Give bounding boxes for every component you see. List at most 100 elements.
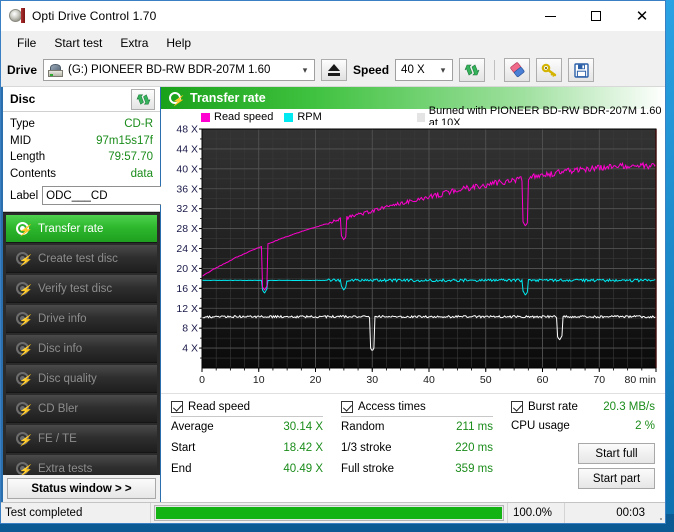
- stat-row-full-stroke: Full stroke 359 ms: [341, 459, 493, 480]
- disc-test-icon: ⚡: [15, 311, 32, 327]
- disc-test-icon: ⚡: [15, 341, 32, 357]
- drive-select-value: (G:) PIONEER BD-RW BDR-207M 1.60: [68, 64, 271, 76]
- start-part-button[interactable]: Start part: [578, 468, 655, 489]
- legend-swatch: [201, 112, 210, 122]
- save-icon: [573, 62, 589, 78]
- stat-row-third-stroke: 1/3 stroke 220 ms: [341, 438, 493, 459]
- sidebar-item-create-test-disc[interactable]: ⚡ Create test disc: [6, 245, 157, 273]
- disc-test-icon: ⚡: [15, 251, 32, 267]
- stat-key: Full stroke: [341, 463, 395, 475]
- chart-canvas[interactable]: 4 X 8 X 12 X 16 X 20 X 24 X 28 X 32 X 36 X 40 X 44…: [161, 125, 667, 393]
- close-button[interactable]: ✕: [619, 1, 665, 31]
- sidebar: Disc Type CD-R MID 97m15s17f Length 79:5…: [1, 87, 223, 502]
- menu-item-start-test[interactable]: Start test: [45, 33, 111, 53]
- svg-text:40 X: 40 X: [176, 163, 198, 175]
- stat-key: CPU usage: [511, 420, 570, 432]
- sidebar-item-extra-tests[interactable]: ⚡ Extra tests: [6, 455, 157, 475]
- sidebar-item-transfer-rate[interactable]: ⚡ Transfer rate: [6, 215, 157, 243]
- read-speed-checkbox[interactable]: [171, 401, 183, 413]
- save-button[interactable]: [568, 58, 595, 82]
- disc-test-icon: ⚡: [15, 371, 32, 387]
- stat-row-cpu-usage: CPU usage 2 %: [511, 416, 655, 437]
- minimize-button[interactable]: [527, 1, 573, 31]
- sidebar-item-cd-bler[interactable]: ⚡ CD Bler: [6, 395, 157, 423]
- speed-select-value: 40 X: [401, 64, 425, 76]
- disc-row-key: Length: [10, 151, 46, 163]
- svg-text:20 X: 20 X: [176, 263, 198, 275]
- window-controls: ✕: [527, 1, 665, 31]
- disc-panel-header: Disc: [3, 87, 160, 112]
- speed-select[interactable]: 40 X ▾: [395, 59, 454, 81]
- menu-bar: File Start test Extra Help: [1, 31, 665, 54]
- resize-grip-icon[interactable]: [651, 503, 665, 523]
- burst-rate-value: 20.3 MB/s: [603, 401, 655, 413]
- svg-text:36 X: 36 X: [176, 183, 198, 195]
- sidebar-item-label: Disc quality: [38, 372, 97, 385]
- transfer-rate-chart[interactable]: 4 X 8 X 12 X 16 X 20 X 24 X 28 X 32 X 36 X 40 X 44…: [161, 125, 665, 393]
- legend-swatch: [416, 112, 425, 122]
- chevron-down-icon: ▾: [440, 64, 446, 75]
- disc-row-value: 79:57.70: [108, 151, 153, 163]
- menu-item-help[interactable]: Help: [157, 33, 200, 53]
- stat-row-end: End 40.49 X: [171, 459, 323, 480]
- disc-row-length: Length 79:57.70: [10, 149, 153, 166]
- menu-item-extra[interactable]: Extra: [111, 33, 157, 53]
- svg-text:28 X: 28 X: [176, 223, 198, 235]
- speed-label: Speed: [353, 63, 390, 77]
- burst-rate-checkbox[interactable]: [511, 401, 523, 413]
- disc-row-value: CD-R: [124, 118, 153, 130]
- legend-swatch: [284, 112, 294, 122]
- disc-info-panel: Disc Type CD-R MID 97m15s17f Length 79:5…: [3, 87, 223, 212]
- menu-item-file[interactable]: File: [8, 33, 45, 53]
- eject-button[interactable]: [321, 59, 348, 81]
- svg-text:4 X: 4 X: [182, 343, 198, 355]
- progress-bar-wrap: [151, 503, 507, 523]
- key-button[interactable]: [536, 58, 563, 82]
- burst-rate-stats: Burst rate 20.3 MB/s CPU usage 2 % Start…: [511, 401, 655, 502]
- status-window-button[interactable]: Status window > >: [7, 478, 156, 499]
- disc-row-key: Type: [10, 118, 35, 130]
- svg-text:32 X: 32 X: [176, 203, 198, 215]
- access-times-label: Access times: [358, 401, 426, 413]
- disc-row-value: data: [130, 167, 153, 180]
- sidebar-item-label: Verify test disc: [38, 282, 113, 295]
- stat-value: 2 %: [635, 420, 655, 432]
- eraser-icon: [509, 61, 524, 77]
- eject-icon: [328, 64, 341, 76]
- progress-fill: [156, 507, 502, 519]
- svg-text:50: 50: [480, 374, 492, 386]
- access-times-checkbox[interactable]: [341, 401, 353, 413]
- refresh-icon: [136, 93, 150, 105]
- read-speed-header: Read speed: [171, 401, 323, 417]
- svg-text:20: 20: [310, 374, 322, 386]
- erase-button[interactable]: [504, 58, 531, 82]
- sidebar-item-verify-test-disc[interactable]: ⚡ Verify test disc: [6, 275, 157, 303]
- refresh-button[interactable]: [459, 58, 486, 82]
- disc-row-mid: MID 97m15s17f: [10, 133, 153, 150]
- disc-row-key: MID: [10, 134, 32, 147]
- stat-key: 1/3 stroke: [341, 442, 392, 454]
- stat-value: 211 ms: [456, 421, 493, 433]
- status-window-wrap: Status window > >: [3, 475, 160, 502]
- toolbar: Drive (G:) PIONEER BD-RW BDR-207M 1.60 ▾…: [1, 54, 665, 87]
- disc-test-icon: ⚡: [168, 91, 184, 106]
- sidebar-item-disc-info[interactable]: ⚡ Disc info: [6, 335, 157, 363]
- chevron-down-icon: ▾: [302, 64, 308, 75]
- stat-row-random: Random 211 ms: [341, 417, 493, 438]
- sidebar-item-fe-te[interactable]: ⚡ FE / TE: [6, 425, 157, 453]
- sidebar-item-drive-info[interactable]: ⚡ Drive info: [6, 305, 157, 333]
- svg-text:48 X: 48 X: [176, 125, 198, 136]
- disc-refresh-button[interactable]: [131, 88, 155, 110]
- stat-value: 359 ms: [455, 463, 493, 475]
- disc-test-icon: ⚡: [15, 461, 32, 475]
- maximize-button[interactable]: [573, 1, 619, 31]
- progress-percent: 100.0%: [507, 503, 565, 523]
- burst-rate-header: Burst rate 20.3 MB/s: [511, 401, 655, 416]
- elapsed-time: 00:03: [616, 507, 645, 519]
- disc-row-value: 97m15s17f: [96, 134, 153, 147]
- start-full-button[interactable]: Start full: [578, 443, 655, 464]
- drive-select[interactable]: (G:) PIONEER BD-RW BDR-207M 1.60 ▾: [43, 59, 316, 81]
- sidebar-item-disc-quality[interactable]: ⚡ Disc quality: [6, 365, 157, 393]
- svg-text:44 X: 44 X: [176, 143, 198, 155]
- svg-text:80 min: 80 min: [624, 374, 656, 386]
